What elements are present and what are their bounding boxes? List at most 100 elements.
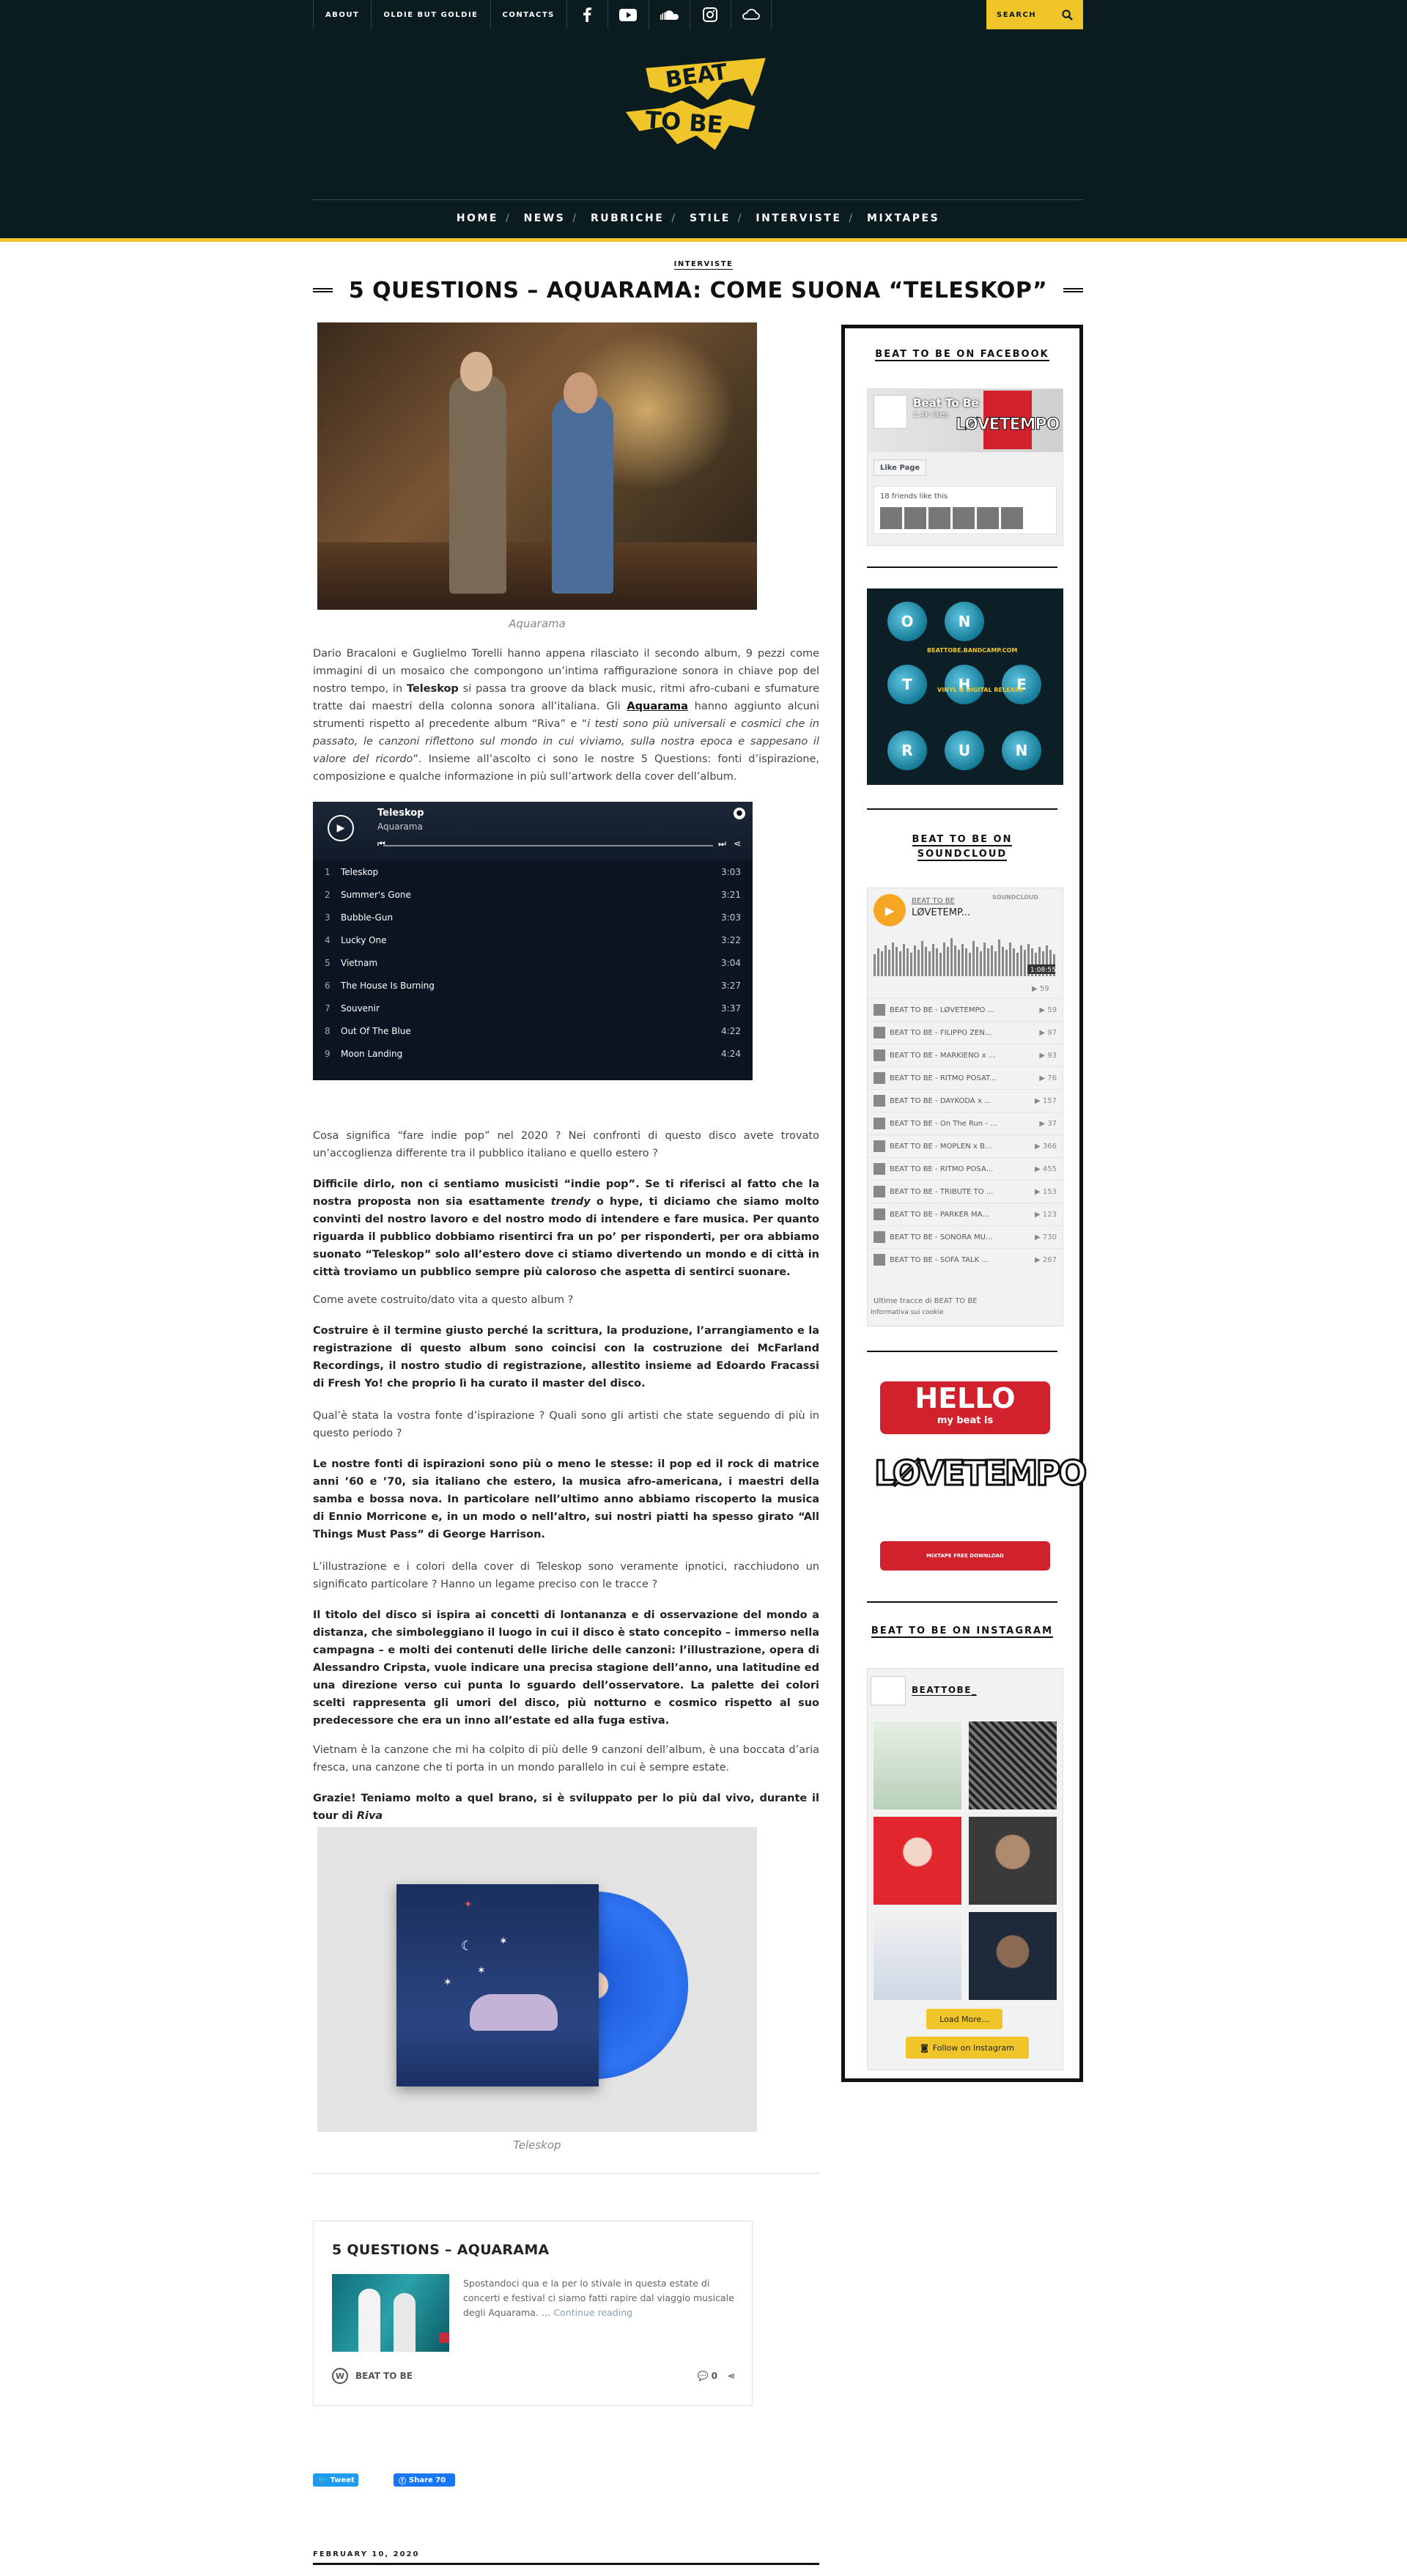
soundcloud-icon[interactable]: [648, 0, 690, 29]
instagram-post[interactable]: [874, 1721, 961, 1809]
widget-divider: [867, 1601, 1057, 1603]
instagram-post[interactable]: [969, 1721, 1057, 1809]
mixcloud-icon[interactable]: [730, 0, 772, 29]
related-post-card[interactable]: 5 QUESTIONS – AQUARAMA Spostandoci qua e…: [313, 2221, 753, 2406]
soundcloud-footer[interactable]: Ultime tracce di BEAT TO BE: [874, 1297, 978, 1305]
twitter-icon: 🐦: [318, 2476, 328, 2484]
spotify-icon[interactable]: ●: [734, 808, 745, 819]
nav-mixtapes[interactable]: MIXTAPES: [867, 213, 939, 224]
soundcloud-play-button[interactable]: ▶: [874, 894, 906, 926]
comment-count: 0: [711, 2371, 717, 2381]
facebook-share-button[interactable]: ⓕ Share 70: [394, 2473, 455, 2487]
next-icon[interactable]: ⏭: [718, 838, 726, 849]
instagram-icon[interactable]: [689, 0, 731, 29]
soundcloud-plays: ▶ 59: [1032, 985, 1049, 993]
soundcloud-track-row[interactable]: BEAT TO BE - SONORA MU... ▶ 730: [868, 1225, 1063, 1248]
track-row[interactable]: 5 Vietnam 3:04: [313, 951, 753, 974]
soundcloud-track-row[interactable]: BEAT TO BE - MARKIENO x ... ▶ 93: [868, 1044, 1063, 1066]
instagram-avatar[interactable]: [871, 1676, 906, 1705]
topbar-link-contacts[interactable]: CONTACTS: [490, 0, 566, 29]
track-row[interactable]: 8 Out Of The Blue 4:22: [313, 1019, 753, 1042]
facebook-page-name[interactable]: Beat To Be: [913, 396, 979, 410]
soundcloud-track-row[interactable]: BEAT TO BE - On The Run - ... ▶ 37: [868, 1112, 1063, 1134]
related-post-thumbnail[interactable]: [332, 2274, 449, 2352]
topbar-link-about[interactable]: ABOUT: [313, 0, 371, 29]
soundcloud-cookie-link[interactable]: Informativa sui cookie: [871, 1309, 944, 1316]
lovetempo-banner[interactable]: HELLO my beat is LØVETEMPO MIXTAPE FREE D…: [867, 1381, 1088, 1579]
youtube-icon[interactable]: [607, 0, 649, 29]
facebook-icon[interactable]: [566, 0, 608, 29]
soundcloud-track-row[interactable]: BEAT TO BE - RITMO POSA... ▶ 455: [868, 1157, 1063, 1180]
nav-stile[interactable]: STILE: [690, 213, 731, 224]
track-row[interactable]: 6 The House Is Burning 3:27: [313, 974, 753, 997]
widget-title-instagram: BEAT TO BE ON INSTAGRAM: [871, 1625, 1054, 1638]
hero-caption: Aquarama: [509, 617, 566, 630]
soundcloud-track-title[interactable]: LØVETEMP...: [912, 907, 970, 918]
track-row[interactable]: 4 Lucky One 3:22: [313, 929, 753, 951]
soundcloud-tracklist: BEAT TO BE - LØVETEMPO ... ▶ 59 BEAT TO B…: [868, 998, 1063, 1271]
soundcloud-track-row[interactable]: BEAT TO BE - FILIPPO ZEN... ▶ 97: [868, 1021, 1063, 1044]
comment-icon[interactable]: 💬: [697, 2371, 711, 2381]
related-post-site[interactable]: BEAT TO BE: [355, 2371, 413, 2381]
soundcloud-track-row[interactable]: BEAT TO BE - DAYKODA x ... ▶ 157: [868, 1089, 1063, 1112]
aquarama-link[interactable]: Aquarama: [627, 701, 688, 712]
music-player: ▶ Teleskop Aquarama ● ⏮ ⏭ ⋖ 1 Teleskop 3:0…: [313, 802, 753, 1080]
previous-icon[interactable]: ⏮: [377, 838, 385, 849]
instagram-load-more-button[interactable]: Load More...: [926, 2009, 1002, 2029]
search-box[interactable]: SEARCH: [986, 0, 1083, 29]
nav-interviste[interactable]: INTERVISTE: [756, 213, 841, 224]
category-link[interactable]: INTERVISTE: [673, 260, 734, 270]
instagram-username[interactable]: BEATTOBE_: [912, 1685, 978, 1696]
soundcloud-track-row[interactable]: BEAT TO BE - RITMO POSAT... ▶ 76: [868, 1066, 1063, 1089]
related-post-excerpt: Spostandoci qua e la per lo stivale in q…: [463, 2278, 734, 2318]
search-icon: [1062, 9, 1073, 21]
tweet-button[interactable]: 🐦 Tweet: [313, 2473, 358, 2487]
soundcloud-track-row[interactable]: BEAT TO BE - SOFA TALK ... ▶ 267: [868, 1248, 1063, 1271]
soundcloud-waveform[interactable]: 1:08:55: [874, 932, 1057, 983]
nav-home[interactable]: HOME: [457, 213, 498, 224]
question-5: Vietnam è la canzone che mi ha colpito d…: [313, 1744, 819, 1774]
play-button[interactable]: ▶: [328, 815, 354, 841]
share-icon[interactable]: ⋖: [734, 838, 741, 849]
svg-text:1:08:55: 1:08:55: [1030, 967, 1056, 974]
facebook-like-button[interactable]: Like Page: [874, 460, 927, 476]
nav-separator: /: [671, 213, 677, 224]
question-4: L’illustrazione e i colori della cover d…: [313, 1561, 819, 1590]
nav-news[interactable]: NEWS: [524, 213, 566, 224]
instagram-follow-button[interactable]: ◙ Follow on Instagram: [906, 2037, 1029, 2059]
site-logo[interactable]: BEAT TO BE: [620, 54, 774, 157]
title-rule-left: [313, 288, 333, 292]
wordpress-icon: W: [332, 2368, 348, 2384]
facebook-widget[interactable]: LØVETEMPO Beat To Be 2.4K likes Like Pag…: [867, 388, 1063, 546]
instagram-post[interactable]: [874, 1817, 961, 1905]
track-row[interactable]: 1 Teleskop 3:03: [313, 860, 753, 883]
player-progress[interactable]: [383, 845, 713, 846]
track-row[interactable]: 2 Summer's Gone 3:21: [313, 883, 753, 906]
instagram-post[interactable]: [969, 1912, 1057, 2000]
post-date: FEBRUARY 10, 2020: [313, 2550, 420, 2558]
logo-text-2: TO BE: [644, 106, 724, 139]
soundcloud-track-row[interactable]: BEAT TO BE - LØVETEMPO ... ▶ 59: [868, 998, 1063, 1021]
track-row[interactable]: 9 Moon Landing 4:24: [313, 1042, 753, 1065]
facebook-friends: 18 friends like this: [874, 486, 1057, 534]
widget-divider: [867, 1351, 1057, 1352]
soundcloud-logo[interactable]: SOUNDCLOUD: [992, 894, 1038, 901]
soundcloud-user[interactable]: BEAT TO BE: [912, 897, 955, 905]
player-title: Teleskop: [377, 808, 424, 819]
facebook-page-avatar[interactable]: [874, 395, 907, 429]
instagram-post[interactable]: [969, 1817, 1057, 1905]
nav-rubriche[interactable]: RUBRICHE: [591, 213, 664, 224]
topbar-link-oldie[interactable]: OLDIE BUT GOLDIE: [371, 0, 490, 29]
track-row[interactable]: 7 Souvenir 3:37: [313, 997, 753, 1019]
instagram-post[interactable]: [874, 1912, 961, 2000]
track-row[interactable]: 3 Bubble-Gun 3:03: [313, 906, 753, 929]
continue-reading-link[interactable]: Continue reading: [553, 2307, 632, 2318]
related-post-title[interactable]: 5 QUESTIONS – AQUARAMA: [332, 2242, 550, 2258]
instagram-icon: ◙: [920, 2042, 928, 2053]
soundcloud-track-row[interactable]: BEAT TO BE - PARKER MA... ▶ 123: [868, 1203, 1063, 1225]
share-icon[interactable]: ⋖: [728, 2371, 735, 2381]
soundcloud-track-row[interactable]: BEAT TO BE - MOPLEN x B... ▶ 366: [868, 1134, 1063, 1157]
on-the-run-banner[interactable]: O N T H E R U N BEATTOBE.BANDCAMP.COM VI…: [867, 588, 1063, 785]
soundcloud-track-row[interactable]: BEAT TO BE - TRIBUTE TO ... ▶ 153: [868, 1180, 1063, 1203]
article-intro: Dario Bracaloni e Guglielmo Torelli hann…: [313, 648, 819, 783]
